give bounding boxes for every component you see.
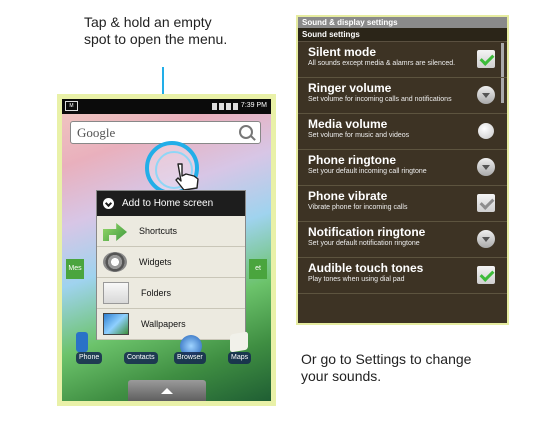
dock-label-browser[interactable]: Browser — [174, 352, 206, 364]
checkbox-checked-icon[interactable] — [477, 50, 495, 68]
hand-pointer-icon — [175, 163, 199, 191]
wallpapers-icon — [103, 313, 129, 335]
setting-title: Audible touch tones — [308, 261, 424, 275]
menu-item-folders[interactable]: Folders — [97, 278, 245, 309]
maps-app-icon[interactable] — [230, 331, 248, 353]
settings-title-bar: Sound & display settings — [298, 17, 507, 28]
menu-item-widgets[interactable]: Widgets — [97, 247, 245, 278]
setting-subtitle: Set volume for incoming calls and notifi… — [308, 96, 452, 103]
menu-item-shortcuts[interactable]: Shortcuts — [97, 216, 245, 247]
menu-header-label: Add to Home screen — [122, 198, 214, 209]
app-drawer-button[interactable] — [128, 380, 206, 401]
setting-title: Ringer volume — [308, 81, 392, 95]
arrow-up-icon — [161, 388, 173, 394]
dropdown-arrow-icon[interactable] — [477, 86, 495, 104]
setting-phone-ringtone[interactable]: Phone ringtone Set your default incoming… — [298, 150, 507, 186]
setting-subtitle: Play tones when using dial pad — [308, 276, 405, 283]
dock-label-phone[interactable]: Phone — [76, 352, 103, 364]
setting-title: Phone vibrate — [308, 189, 388, 203]
search-icon[interactable] — [239, 125, 253, 139]
notification-icon: M — [65, 101, 78, 111]
menu-item-label: Widgets — [139, 257, 172, 267]
setting-media-volume[interactable]: Media volume Set volume for music and vi… — [298, 114, 507, 150]
setting-title: Phone ringtone — [308, 153, 396, 167]
dock-label-maps[interactable]: Maps — [228, 352, 252, 364]
settings-section-header: Sound settings — [298, 28, 507, 42]
setting-subtitle: All sounds except media & alamrs are sil… — [308, 60, 456, 67]
radio-button-icon[interactable] — [478, 123, 494, 139]
menu-header: Add to Home screen — [97, 191, 245, 216]
setting-subtitle: Vibrate phone for incoming calls — [308, 204, 408, 211]
setting-subtitle: Set your default incoming call ringtone — [308, 168, 427, 175]
phone-app-icon[interactable] — [76, 332, 88, 352]
setting-title: Media volume — [308, 117, 388, 131]
signal-icons — [212, 103, 238, 110]
setting-title: Silent mode — [308, 45, 377, 59]
dock-label-contacts[interactable]: Contacts — [124, 352, 158, 364]
instruction-caption-bottom: Or go to Settings to change your sounds. — [301, 351, 472, 384]
setting-notification-ringtone[interactable]: Notification ringtone Set your default n… — [298, 222, 507, 258]
app-partial-right[interactable]: et — [249, 259, 267, 279]
folders-icon — [103, 282, 129, 304]
status-time: 7:39 PM — [240, 102, 267, 109]
instruction-caption-top: Tap & hold an empty spot to open the men… — [84, 14, 228, 47]
shortcuts-icon — [103, 223, 127, 241]
google-logo: Google — [77, 125, 116, 140]
menu-item-wallpapers[interactable]: Wallpapers — [97, 309, 245, 340]
status-bar: M 7:39 PM — [62, 99, 271, 114]
setting-ringer-volume[interactable]: Ringer volume Set volume for incoming ca… — [298, 78, 507, 114]
menu-item-label: Folders — [141, 288, 172, 298]
setting-silent-mode[interactable]: Silent mode All sounds except media & al… — [298, 42, 507, 78]
messaging-app-partial[interactable]: Mes — [66, 259, 84, 279]
checkbox-unchecked-icon[interactable] — [477, 194, 495, 212]
dropdown-arrow-icon[interactable] — [477, 158, 495, 176]
add-to-home-menu: Add to Home screen Shortcuts Widgets Fol… — [96, 190, 246, 340]
checkbox-checked-icon[interactable] — [477, 266, 495, 284]
phone-home-screen: M 7:39 PM Google Mes et Add to Home scre… — [57, 94, 276, 406]
chevron-down-icon — [103, 198, 114, 209]
menu-item-label: Shortcuts — [139, 226, 178, 236]
setting-phone-vibrate[interactable]: Phone vibrate Vibrate phone for incoming… — [298, 186, 507, 222]
setting-title: Notification ringtone — [308, 225, 426, 239]
setting-audible-touch-tones[interactable]: Audible touch tones Play tones when usin… — [298, 258, 507, 294]
dropdown-arrow-icon[interactable] — [477, 230, 495, 248]
setting-subtitle: Set your default notification ringtone — [308, 240, 420, 247]
menu-item-label: Wallpapers — [141, 319, 186, 329]
home-screen[interactable]: M 7:39 PM Google Mes et Add to Home scre… — [62, 99, 271, 401]
widgets-icon — [103, 252, 127, 272]
sound-settings-screen: Sound & display settings Sound settings … — [296, 15, 509, 325]
setting-subtitle: Set volume for music and videos — [308, 132, 410, 139]
google-search-widget[interactable]: Google — [70, 121, 261, 144]
